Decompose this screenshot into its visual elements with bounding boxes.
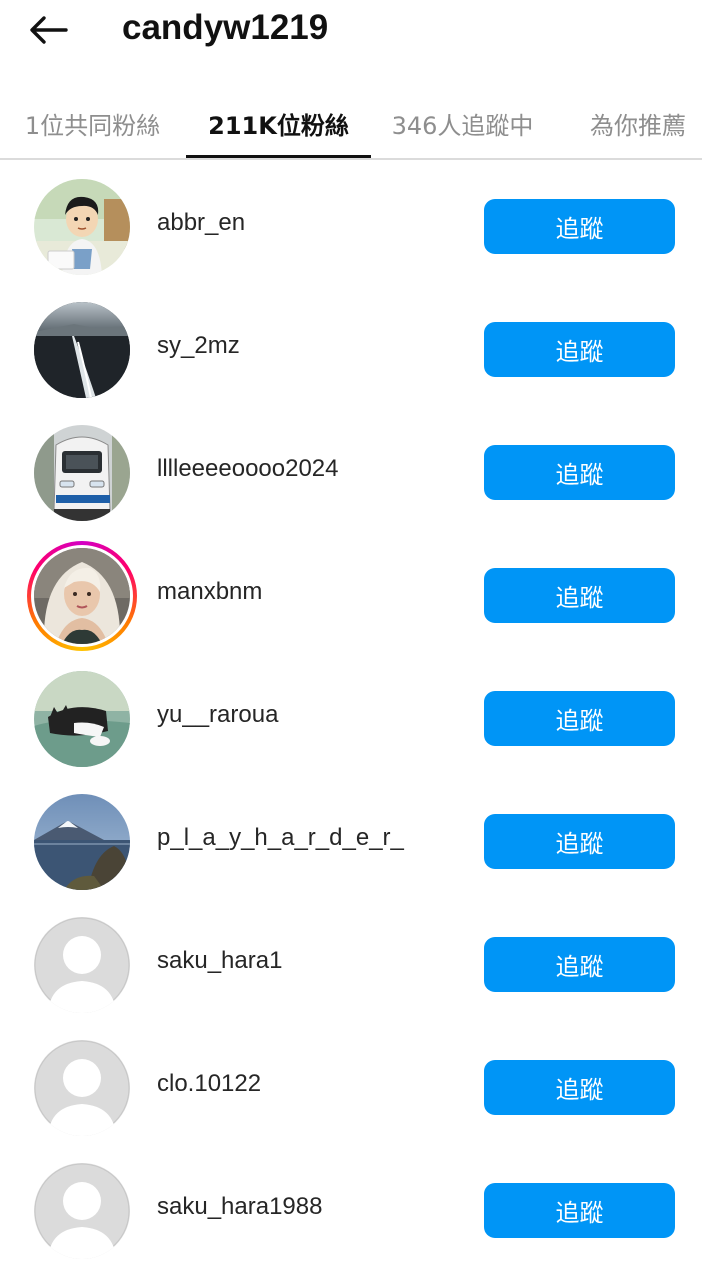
list-item[interactable]: p_l_a_y_h_a_r_d_e_r_ 追蹤 bbox=[0, 779, 702, 902]
header: candyw1219 bbox=[0, 0, 702, 64]
list-item[interactable]: manxbnm 追蹤 bbox=[0, 533, 702, 656]
avatar[interactable] bbox=[34, 548, 130, 644]
list-item[interactable]: clo.10122 追蹤 bbox=[0, 1025, 702, 1148]
follow-button[interactable]: 追蹤 bbox=[484, 1183, 675, 1238]
tab-mutual-followers[interactable]: 1位共同粉絲 bbox=[10, 88, 175, 158]
list-item[interactable]: sy_2mz 追蹤 bbox=[0, 287, 702, 410]
follow-button[interactable]: 追蹤 bbox=[484, 937, 675, 992]
follow-button[interactable]: 追蹤 bbox=[484, 568, 675, 623]
woman-portrait-avatar-image bbox=[34, 548, 130, 644]
username[interactable]: manxbnm bbox=[157, 577, 262, 607]
train-avatar-image bbox=[34, 425, 130, 521]
arrow-left-icon bbox=[30, 16, 68, 44]
follow-button[interactable]: 追蹤 bbox=[484, 322, 675, 377]
tab-followers[interactable]: 211K位粉絲 bbox=[186, 88, 371, 158]
list-item[interactable]: abbr_en 追蹤 bbox=[0, 164, 702, 287]
follow-button[interactable]: 追蹤 bbox=[484, 1060, 675, 1115]
username[interactable]: p_l_a_y_h_a_r_d_e_r_ bbox=[157, 823, 404, 853]
avatar[interactable] bbox=[34, 302, 130, 398]
avatar[interactable] bbox=[34, 1040, 130, 1136]
back-button[interactable] bbox=[22, 8, 74, 52]
avatar[interactable] bbox=[34, 917, 130, 1013]
mountain-lake-avatar-image bbox=[34, 794, 130, 890]
list-item[interactable]: saku_hara1 追蹤 bbox=[0, 902, 702, 1025]
username[interactable]: yu__raroua bbox=[157, 700, 278, 730]
page-title: candyw1219 bbox=[122, 8, 329, 47]
cartoon-boy-avatar-image bbox=[34, 179, 130, 275]
username[interactable]: clo.10122 bbox=[157, 1069, 261, 1099]
cat-avatar-image bbox=[34, 671, 130, 767]
follow-button[interactable]: 追蹤 bbox=[484, 199, 675, 254]
ship-wake-avatar-image bbox=[34, 302, 130, 398]
tab-following[interactable]: 346人追蹤中 bbox=[380, 88, 545, 158]
follow-button[interactable]: 追蹤 bbox=[484, 691, 675, 746]
default-user-icon bbox=[34, 1040, 130, 1136]
story-ring[interactable] bbox=[27, 541, 137, 651]
username[interactable]: sy_2mz bbox=[157, 331, 240, 361]
avatar[interactable] bbox=[34, 425, 130, 521]
tab-suggested[interactable]: 為你推薦 bbox=[590, 88, 702, 158]
list-item[interactable]: saku_hara1988 追蹤 bbox=[0, 1148, 702, 1271]
username[interactable]: saku_hara1 bbox=[157, 946, 282, 976]
avatar[interactable] bbox=[34, 179, 130, 275]
tab-bar: 1位共同粉絲 211K位粉絲 346人追蹤中 為你推薦 bbox=[0, 88, 702, 160]
username[interactable]: abbr_en bbox=[157, 208, 245, 238]
default-user-icon bbox=[34, 917, 130, 1013]
username[interactable]: saku_hara1988 bbox=[157, 1192, 322, 1222]
list-item[interactable]: lllleeeeoooo2024 追蹤 bbox=[0, 410, 702, 533]
avatar[interactable] bbox=[34, 671, 130, 767]
avatar[interactable] bbox=[34, 794, 130, 890]
username[interactable]: lllleeeeoooo2024 bbox=[157, 454, 339, 484]
follow-button[interactable]: 追蹤 bbox=[484, 814, 675, 869]
list-item[interactable]: yu__raroua 追蹤 bbox=[0, 656, 702, 779]
follow-button[interactable]: 追蹤 bbox=[484, 445, 675, 500]
active-tab-indicator bbox=[186, 155, 371, 158]
avatar[interactable] bbox=[34, 1163, 130, 1259]
default-user-icon bbox=[34, 1163, 130, 1259]
